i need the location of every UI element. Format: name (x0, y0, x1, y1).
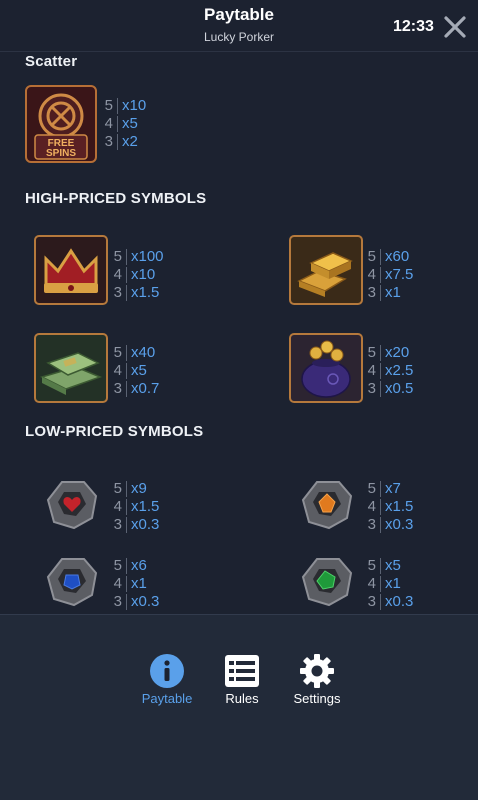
cash-stack-icon (34, 333, 108, 403)
payout-count: 3 (367, 593, 376, 610)
close-button[interactable] (442, 14, 468, 40)
payout-count: 5 (113, 480, 122, 497)
gold-bars-icon (289, 235, 363, 305)
coin-purse-icon (289, 333, 363, 403)
red-gem-payouts: 5 x9 4 x1.5 3 x0.3 (112, 480, 172, 534)
free-spins-icon: FREE SPINS (25, 85, 97, 163)
low-priced-title: LOW-PRICED SYMBOLS (25, 423, 204, 440)
payout-count: 5 (113, 248, 122, 265)
payout-multiplier: x0.7 (131, 380, 160, 397)
gold-bars-payouts: 5 x60 4 x7.5 3 x1 (366, 248, 426, 302)
payout-count: 5 (104, 97, 113, 114)
nav-settings[interactable]: Settings (277, 653, 357, 717)
blue-gem-icon (46, 555, 98, 607)
payout-count: 4 (113, 498, 122, 515)
payout-multiplier: x100 (131, 248, 164, 265)
payout-count: 3 (367, 380, 376, 397)
payout-count: 4 (113, 575, 122, 592)
payout-multiplier: x10 (122, 97, 147, 114)
payout-count: 4 (367, 575, 376, 592)
payout-count: 5 (113, 557, 122, 574)
payout-count: 3 (113, 516, 122, 533)
payout-multiplier: x5 (131, 362, 147, 379)
payout-multiplier: x60 (385, 248, 410, 265)
red-gem-icon (46, 478, 98, 530)
payout-count: 3 (367, 516, 376, 533)
crown-payouts: 5 x100 4 x10 3 x1.5 (112, 248, 172, 302)
payout-multiplier: x1.5 (385, 498, 414, 515)
payout-count: 3 (113, 593, 122, 610)
payout-multiplier: x5 (122, 115, 138, 132)
crown-icon (34, 235, 108, 305)
payout-multiplier: x0.3 (131, 593, 160, 610)
orange-gem-payouts: 5 x7 4 x1.5 3 x0.3 (366, 480, 426, 534)
payout-count: 5 (113, 344, 122, 361)
nav-paytable-label: Paytable (141, 691, 193, 706)
payout-multiplier: x2.5 (385, 362, 414, 379)
payout-multiplier: x9 (131, 480, 147, 497)
nav-rules-label: Rules (225, 691, 259, 706)
header-bar: Paytable Lucky Porker 12:33 (0, 0, 478, 52)
payout-count: 5 (367, 557, 376, 574)
nav-settings-label: Settings (293, 691, 341, 706)
badge-line-2: SPINS (46, 148, 76, 159)
high-priced-title: HIGH-PRICED SYMBOLS (25, 190, 207, 207)
payout-count: 5 (367, 480, 376, 497)
payout-multiplier: x1 (131, 575, 147, 592)
list-icon (225, 655, 259, 687)
payout-count: 4 (367, 362, 376, 379)
payout-count: 3 (113, 284, 122, 301)
payout-count: 3 (367, 284, 376, 301)
payout-count: 3 (104, 133, 113, 150)
payout-multiplier: x7.5 (385, 266, 414, 283)
clock-time: 12:33 (393, 18, 434, 35)
payout-count: 5 (367, 344, 376, 361)
payout-count: 4 (367, 498, 376, 515)
payout-multiplier: x10 (131, 266, 156, 283)
payout-multiplier: x0.3 (131, 516, 160, 533)
payout-multiplier: x1.5 (131, 498, 160, 515)
coin-purse-payouts: 5 x20 4 x2.5 3 x0.5 (366, 344, 426, 398)
payout-multiplier: x0.3 (385, 593, 414, 610)
payout-count: 4 (113, 266, 122, 283)
blue-gem-payouts: 5 x6 4 x1 3 x0.3 (112, 557, 172, 611)
payout-multiplier: x20 (385, 344, 410, 361)
payout-count: 5 (367, 248, 376, 265)
paytable-content[interactable]: Scatter FREE SPINS 5 x10 4 x5 3 x2 HIGH-PRI… (0, 52, 478, 614)
payout-multiplier: x1.5 (131, 284, 160, 301)
payout-multiplier: x0.3 (385, 516, 414, 533)
payout-multiplier: x7 (385, 480, 401, 497)
payout-count: 4 (104, 115, 113, 132)
green-gem-payouts: 5 x5 4 x1 3 x0.3 (366, 557, 426, 611)
scatter-title: Scatter (25, 53, 78, 70)
payout-count: 3 (113, 380, 122, 397)
nav-paytable[interactable]: Paytable (127, 653, 207, 717)
orange-gem-icon (301, 478, 353, 530)
nav-rules[interactable]: Rules (202, 653, 282, 717)
payout-multiplier: x1 (385, 575, 401, 592)
gear-icon (300, 654, 334, 688)
payout-multiplier: x6 (131, 557, 147, 574)
close-icon (444, 16, 466, 38)
payout-multiplier: x40 (131, 344, 156, 361)
payout-multiplier: x2 (122, 133, 138, 150)
cash-stack-payouts: 5 x40 4 x5 3 x0.7 (112, 344, 172, 398)
green-gem-icon (301, 555, 353, 607)
payout-multiplier: x5 (385, 557, 401, 574)
info-icon (150, 654, 184, 688)
payout-multiplier: x0.5 (385, 380, 414, 397)
payout-multiplier: x1 (385, 284, 401, 301)
payout-count: 4 (113, 362, 122, 379)
payout-count: 4 (367, 266, 376, 283)
bottom-nav: Paytable Rules Settings (0, 614, 478, 800)
scatter-payouts: 5 x10 4 x5 3 x2 (103, 97, 163, 151)
